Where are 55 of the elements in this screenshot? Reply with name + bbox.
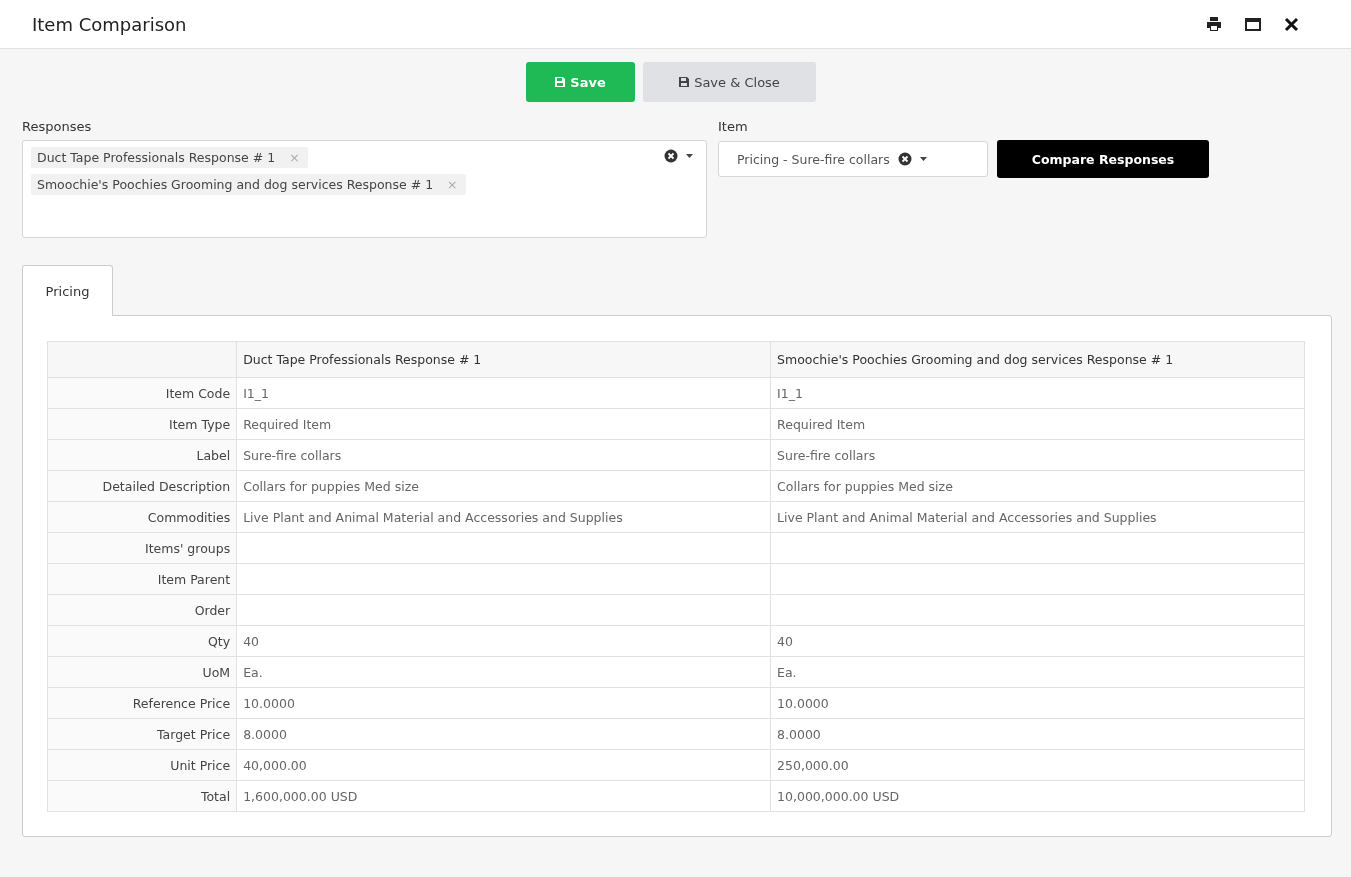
row-label: Item Type	[47, 408, 237, 440]
row-label: Commodities	[47, 501, 237, 533]
clear-icon[interactable]	[897, 152, 912, 166]
save-and-close-button[interactable]: Save & Close	[643, 62, 816, 102]
column-header: Duct Tape Professionals Response # 1	[236, 341, 771, 378]
table-cell: 40	[236, 625, 771, 657]
table-cell: 8.0000	[770, 718, 1305, 750]
caret-icon[interactable]	[686, 154, 693, 158]
compare-responses-button[interactable]: Compare Responses	[997, 140, 1209, 178]
table-cell: Live Plant and Animal Material and Accessories and Supplies	[770, 501, 1305, 533]
responses-select[interactable]: Duct Tape Professionals Response # 1 × Smoochie's Poochies Grooming and dog services Response # 1 ×	[22, 140, 707, 238]
row-label: Label	[47, 439, 237, 471]
table-cell: Collars for puppies Med size	[770, 470, 1305, 502]
tag-label: Smoochie's Poochies Grooming and dog services Response # 1	[37, 177, 434, 192]
tag-label: Duct Tape Professionals Response # 1	[37, 150, 276, 165]
column-header: Smoochie's Poochies Grooming and dog services Response # 1	[770, 341, 1305, 378]
table-cell: Ea.	[770, 656, 1305, 688]
maximize-icon[interactable]	[1244, 16, 1262, 32]
caret-icon[interactable]	[919, 157, 927, 161]
table-cell: 10.0000	[770, 687, 1305, 719]
table-cell: Live Plant and Animal Material and Accessories and Supplies	[236, 501, 771, 533]
table-cell: Ea.	[236, 656, 771, 688]
close-icon[interactable]	[1284, 16, 1299, 32]
row-label: Qty	[47, 625, 237, 657]
row-label: Items' groups	[47, 532, 237, 564]
table-cell: Sure-fire collars	[236, 439, 771, 471]
tab[interactable]: Pricing	[22, 265, 113, 316]
print-icon[interactable]	[1206, 16, 1222, 32]
table-cell: I1_1	[236, 377, 771, 409]
row-label: UoM	[47, 656, 237, 688]
table-cell: Sure-fire collars	[770, 439, 1305, 471]
table-cell: 10,000,000.00 USD	[770, 780, 1305, 812]
clear-icon[interactable]	[664, 149, 678, 163]
row-label: Item Code	[47, 377, 237, 409]
table-cell: 250,000.00	[770, 749, 1305, 781]
row-label: Total	[47, 780, 237, 812]
table-cell: Collars for puppies Med size	[236, 470, 771, 502]
window-title: Item Comparison	[32, 13, 187, 35]
table-cell: 40,000.00	[236, 749, 771, 781]
field-label: Item	[718, 119, 749, 134]
table-cell: 40	[770, 625, 1305, 657]
row-label: Order	[47, 594, 237, 626]
row-label: Item Parent	[47, 563, 237, 595]
row-label: Detailed Description	[47, 470, 237, 502]
row-label: Unit Price	[47, 749, 237, 781]
table-cell: Required Item	[236, 408, 771, 440]
table-cell: Required Item	[770, 408, 1305, 440]
table-cell: 1,600,000.00 USD	[236, 780, 771, 812]
table-cell: I1_1	[770, 377, 1305, 409]
field-label: Responses	[22, 119, 93, 134]
table-cell: 10.0000	[236, 687, 771, 719]
row-label: Target Price	[47, 718, 237, 750]
row-label: Reference Price	[47, 687, 237, 719]
item-select[interactable]: Pricing - Sure-fire collars	[718, 141, 988, 177]
table-cell: 8.0000	[236, 718, 771, 750]
